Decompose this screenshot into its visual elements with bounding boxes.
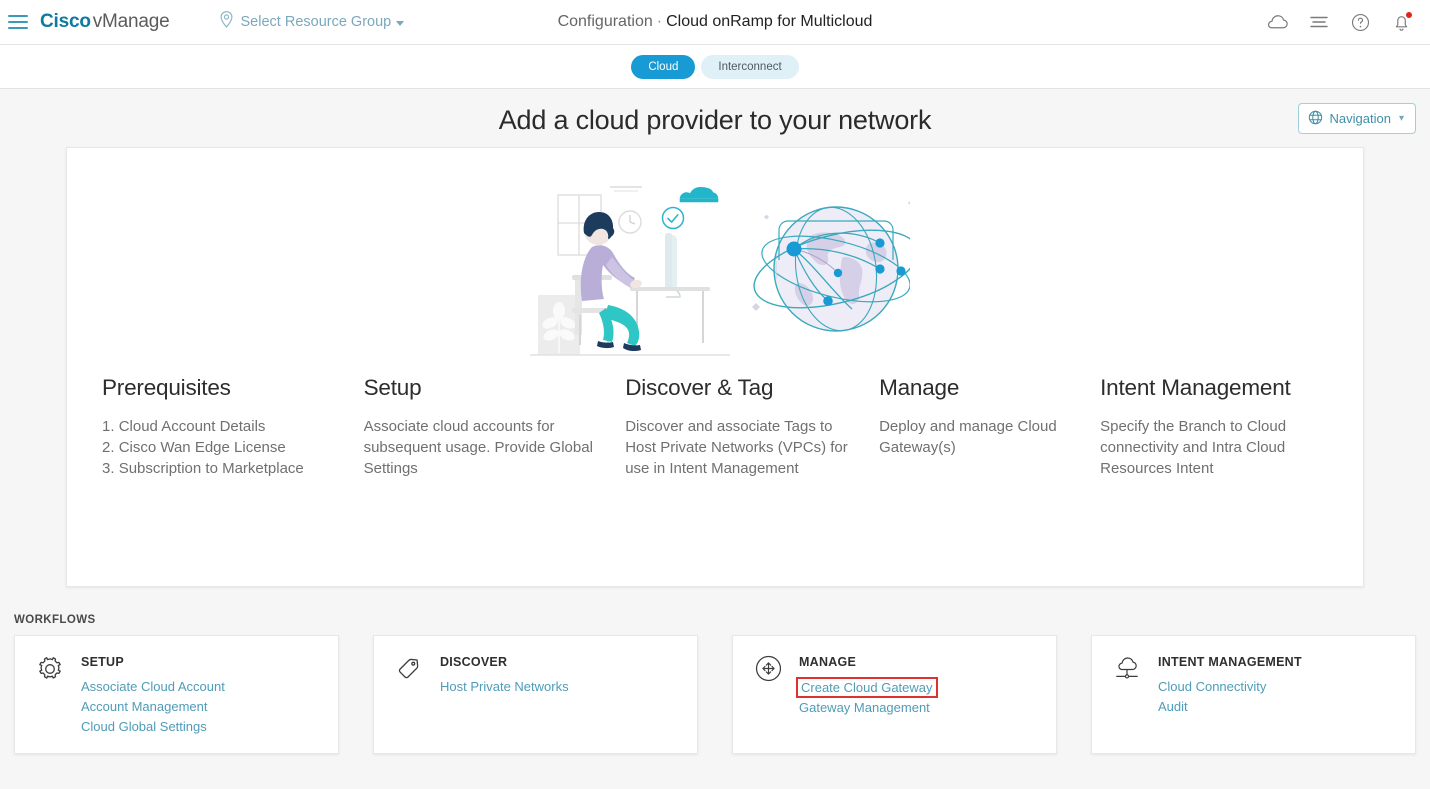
workflow-card-title: DISCOVER bbox=[440, 655, 508, 669]
map-pin-icon bbox=[218, 10, 235, 34]
breadcrumb-separator: · bbox=[656, 13, 663, 30]
navigation-button-label: Navigation bbox=[1329, 111, 1391, 126]
tab-interconnect[interactable]: Interconnect bbox=[701, 54, 799, 79]
topbar-icon-group bbox=[1267, 11, 1430, 33]
main-content: Add a cloud provider to your network Nav… bbox=[0, 89, 1430, 789]
list-item: Cisco Wan Edge License bbox=[118, 439, 286, 456]
workflow-card-body: MANAGE Create Cloud Gateway Gateway Mana… bbox=[796, 653, 938, 753]
help-icon[interactable] bbox=[1349, 11, 1371, 33]
onboarding-illustration bbox=[97, 160, 1333, 375]
column-title: Prerequisites bbox=[102, 375, 231, 400]
cloud-connect-icon bbox=[1112, 653, 1142, 753]
column-setup: Setup Associate cloud accounts for subse… bbox=[364, 375, 626, 479]
brand-logo[interactable]: Cisco vManage bbox=[40, 11, 170, 33]
column-title: Intent Management bbox=[1100, 375, 1291, 400]
cloud-icon[interactable] bbox=[1267, 11, 1289, 33]
list-item: Cloud Account Details bbox=[118, 418, 266, 435]
chevron-down-icon bbox=[396, 20, 405, 26]
workflows-grid: SETUP Associate Cloud Account Account Ma… bbox=[14, 635, 1416, 754]
four-arrows-circle-icon bbox=[753, 653, 783, 753]
column-prerequisites: Prerequisites Cloud Account Details Cisc… bbox=[102, 375, 364, 479]
page-title: Add a cloud provider to your network bbox=[498, 105, 932, 135]
workflow-card-body: SETUP Associate Cloud Account Account Ma… bbox=[81, 653, 225, 753]
brand-cisco-text: Cisco bbox=[40, 11, 91, 32]
provider-type-tabstrip: Cloud Interconnect bbox=[0, 45, 1430, 89]
resource-group-label: Select Resource Group bbox=[240, 14, 392, 30]
link-associate-cloud-account[interactable]: Associate Cloud Account bbox=[81, 677, 225, 697]
workflow-card-manage[interactable]: MANAGE Create Cloud Gateway Gateway Mana… bbox=[732, 635, 1057, 754]
workflows-section-label: WORKFLOWS bbox=[14, 614, 96, 626]
workflow-card-setup[interactable]: SETUP Associate Cloud Account Account Ma… bbox=[14, 635, 339, 754]
workflow-card-title: MANAGE bbox=[799, 655, 857, 669]
workflow-card-intent-management[interactable]: INTENT MANAGEMENT Cloud Connectivity Aud… bbox=[1091, 635, 1416, 754]
prerequisites-list: Cloud Account Details Cisco Wan Edge Lic… bbox=[102, 416, 338, 479]
top-navigation-bar: Cisco vManage Select Resource Group Confi… bbox=[0, 0, 1430, 45]
column-title: Setup bbox=[363, 375, 422, 400]
gear-icon bbox=[35, 653, 65, 753]
workflow-card-body: DISCOVER Host Private Networks bbox=[440, 653, 569, 753]
link-create-cloud-gateway[interactable]: Create Cloud Gateway bbox=[796, 677, 938, 698]
navigation-button[interactable]: Navigation ▾ bbox=[1297, 103, 1416, 134]
list-item: Subscription to Marketplace bbox=[118, 460, 304, 477]
notification-badge bbox=[1406, 12, 1412, 18]
breadcrumb-parent: Configuration bbox=[557, 13, 653, 30]
hamburger-menu-icon[interactable] bbox=[8, 15, 28, 29]
tag-icon bbox=[394, 653, 424, 753]
heading-row: Add a cloud provider to your network Nav… bbox=[14, 89, 1416, 147]
column-description: Discover and associate Tags to Host Priv… bbox=[625, 418, 848, 477]
column-intent-management: Intent Management Specify the Branch to … bbox=[1100, 375, 1328, 479]
link-audit[interactable]: Audit bbox=[1158, 697, 1188, 717]
list-icon[interactable] bbox=[1308, 11, 1330, 33]
column-title: Manage bbox=[879, 375, 960, 400]
notifications-bell-icon[interactable] bbox=[1390, 11, 1412, 33]
workflow-card-title: SETUP bbox=[81, 655, 124, 669]
link-cloud-connectivity[interactable]: Cloud Connectivity bbox=[1158, 677, 1266, 697]
column-discover-and-tag: Discover & Tag Discover and associate Ta… bbox=[625, 375, 879, 479]
link-host-private-networks[interactable]: Host Private Networks bbox=[440, 677, 569, 697]
workflow-card-title: INTENT MANAGEMENT bbox=[1158, 655, 1302, 669]
breadcrumb-current: Cloud onRamp for Multicloud bbox=[666, 13, 873, 30]
link-cloud-global-settings[interactable]: Cloud Global Settings bbox=[81, 717, 207, 737]
column-title: Discover & Tag bbox=[625, 375, 774, 400]
workflow-card-body: INTENT MANAGEMENT Cloud Connectivity Aud… bbox=[1158, 653, 1302, 753]
column-manage: Manage Deploy and manage Cloud Gateway(s… bbox=[879, 375, 1100, 479]
chevron-down-icon: ▾ bbox=[1398, 113, 1404, 124]
overview-card: Prerequisites Cloud Account Details Cisc… bbox=[66, 147, 1364, 587]
link-account-management[interactable]: Account Management bbox=[81, 697, 207, 717]
column-description: Specify the Branch to Cloud connectivity… bbox=[1100, 418, 1287, 477]
column-description: Associate cloud accounts for subsequent … bbox=[363, 418, 593, 477]
resource-group-selector[interactable]: Select Resource Group bbox=[218, 10, 405, 34]
breadcrumb: Configuration · Cloud onRamp for Multiclou… bbox=[0, 13, 1430, 31]
link-gateway-management[interactable]: Gateway Management bbox=[799, 698, 930, 718]
brand-product-text: vManage bbox=[92, 11, 170, 32]
column-description: Deploy and manage Cloud Gateway(s) bbox=[879, 418, 1057, 456]
workflow-card-discover[interactable]: DISCOVER Host Private Networks bbox=[373, 635, 698, 754]
tab-cloud[interactable]: Cloud bbox=[631, 54, 696, 79]
globe-icon bbox=[1308, 110, 1323, 128]
overview-columns: Prerequisites Cloud Account Details Cisc… bbox=[97, 375, 1333, 479]
